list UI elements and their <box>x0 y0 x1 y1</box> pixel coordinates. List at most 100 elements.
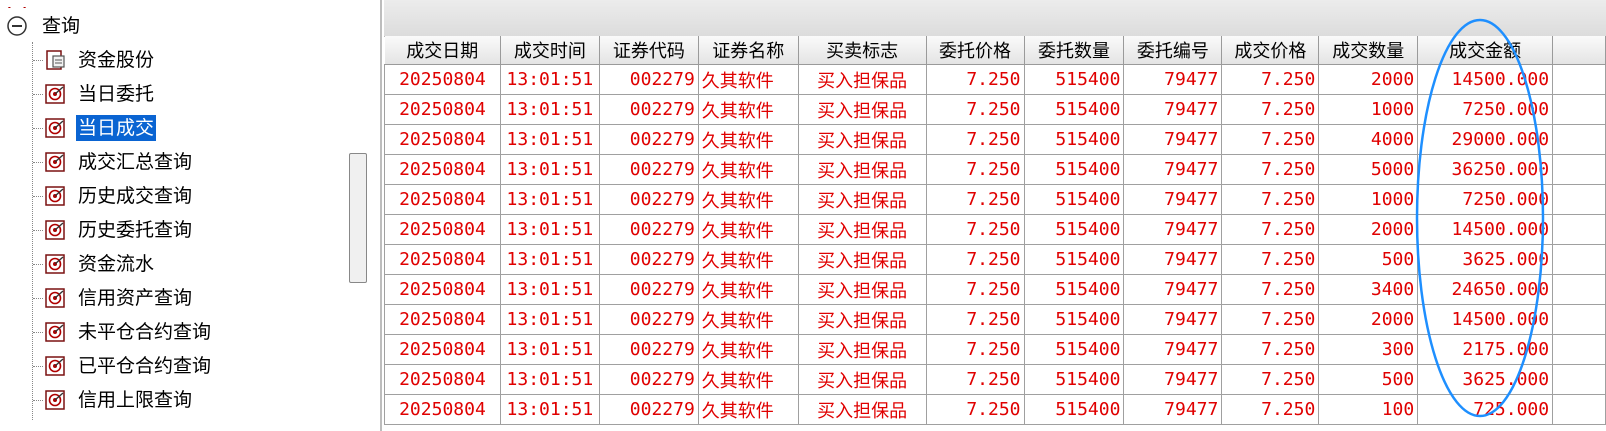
table-cell: 7.250 <box>1221 124 1320 155</box>
tree-item-label: 历史成交查询 <box>78 185 193 207</box>
document-icon <box>44 49 66 71</box>
table-cell: 7.250 <box>1221 394 1320 425</box>
table-cell-filler <box>1552 124 1606 155</box>
table-cell: 久其软件 <box>697 304 799 335</box>
column-header[interactable]: 委托编号 <box>1123 36 1223 65</box>
table-cell: 7.250 <box>1221 274 1320 305</box>
table-cell-filler <box>1552 394 1606 425</box>
tree-item[interactable]: 历史成交查询 <box>44 180 194 212</box>
tree-item[interactable]: 成交汇总查询 <box>44 146 194 178</box>
table-cell: 300 <box>1318 334 1419 365</box>
tree-item[interactable]: 当日委托 <box>44 78 156 110</box>
table-cell: 7.250 <box>1221 154 1320 185</box>
table-cell: 20250804 <box>384 394 501 425</box>
tree-branch-line <box>33 94 43 95</box>
table-cell: 515400 <box>1023 364 1125 395</box>
table-cell: 515400 <box>1023 394 1125 425</box>
tree-branch-line <box>33 400 43 401</box>
tree-item[interactable]: 信用上限查询 <box>44 384 194 416</box>
tree-item-label: 当日委托 <box>78 83 155 105</box>
table-cell: 7.250 <box>1221 334 1320 365</box>
table-cell: 515400 <box>1023 304 1125 335</box>
table-cell: 久其软件 <box>697 184 799 215</box>
table-cell: 久其软件 <box>697 94 799 125</box>
table-cell: 002279 <box>598 274 699 305</box>
column-header[interactable]: 委托数量 <box>1024 36 1125 65</box>
column-header[interactable]: 成交日期 <box>384 36 501 65</box>
table-cell: 515400 <box>1023 244 1125 275</box>
column-header[interactable]: 证券名称 <box>698 36 799 65</box>
tree-branch-line <box>33 128 43 129</box>
target-icon <box>44 253 66 275</box>
target-icon <box>44 389 66 411</box>
table-cell: 7.250 <box>1221 244 1320 275</box>
table-cell: 买入担保品 <box>797 214 927 245</box>
table-cell: 7.250 <box>925 184 1025 215</box>
table-cell: 买入担保品 <box>797 184 927 215</box>
table-cell: 515400 <box>1023 94 1125 125</box>
tree-item[interactable]: 资金股份 <box>44 44 156 76</box>
table-cell: 13:01:51 <box>499 334 600 365</box>
column-header[interactable]: 委托价格 <box>926 36 1025 65</box>
minus-circle-icon[interactable] <box>6 15 28 37</box>
table-cell: 515400 <box>1023 274 1125 305</box>
table-cell: 20250804 <box>384 304 501 335</box>
table-cell: 13:01:51 <box>499 154 600 185</box>
table-cell: 久其软件 <box>697 364 799 395</box>
tree-branch-line <box>33 298 43 299</box>
column-header[interactable]: 买卖标志 <box>798 36 927 65</box>
tree-item[interactable]: 当日成交 <box>44 112 157 144</box>
table-cell: 13:01:51 <box>499 304 600 335</box>
table-cell: 002279 <box>598 304 699 335</box>
table-cell: 79477 <box>1123 304 1223 335</box>
table-cell: 7.250 <box>1221 364 1320 395</box>
table-cell: 13:01:51 <box>499 64 600 95</box>
tree-item[interactable]: 资金流水 <box>44 248 156 280</box>
tree-scrollbar-thumb[interactable] <box>349 153 367 283</box>
table-cell: 515400 <box>1023 334 1125 365</box>
table-cell: 515400 <box>1023 214 1125 245</box>
tree-root-query[interactable]: 查询 <box>6 10 82 42</box>
table-cell: 久其软件 <box>697 64 799 95</box>
table-cell: 79477 <box>1123 124 1223 155</box>
table-cell: 002279 <box>598 94 699 125</box>
tree-item[interactable]: 已平仓合约查询 <box>44 350 213 382</box>
query-tree: 查询 资金股份当日委托当日成交 成交汇总查询历史成交查询历史委托查询 资金流水信用资… <box>0 0 345 431</box>
table-cell: 13:01:51 <box>499 394 600 425</box>
tree-item-label: 资金股份 <box>78 49 155 71</box>
table-cell: 13:01:51 <box>499 184 600 215</box>
table-cell: 20250804 <box>384 64 501 95</box>
clipped-tree-item <box>8 0 48 8</box>
table-cell: 79477 <box>1123 364 1223 395</box>
tree-item[interactable]: 历史委托查询 <box>44 214 194 246</box>
table-cell-filler <box>1552 334 1606 365</box>
tree-item-label: 信用资产查询 <box>78 287 193 309</box>
table-cell: 2000 <box>1318 304 1419 335</box>
column-header[interactable]: 证券代码 <box>599 36 699 65</box>
table-cell: 买入担保品 <box>797 304 927 335</box>
column-header[interactable]: 成交数量 <box>1318 36 1419 65</box>
table-cell: 13:01:51 <box>499 244 600 275</box>
column-header[interactable]: 成交价格 <box>1221 36 1320 65</box>
table-cell: 13:01:51 <box>499 274 600 305</box>
table-cell: 002279 <box>598 334 699 365</box>
column-header[interactable]: 成交时间 <box>500 36 600 65</box>
table-cell-filler <box>1552 154 1606 185</box>
table-cell: 002279 <box>598 364 699 395</box>
table-cell: 20250804 <box>384 364 501 395</box>
table-cell: 7.250 <box>925 124 1025 155</box>
tree-branch-line <box>33 60 43 61</box>
tree-item[interactable]: 信用资产查询 <box>44 282 194 314</box>
table-cell: 79477 <box>1123 64 1223 95</box>
table-cell: 久其软件 <box>697 334 799 365</box>
table-cell: 7.250 <box>925 274 1025 305</box>
panel-divider[interactable] <box>380 0 382 431</box>
tree-item[interactable]: 未平仓合约查询 <box>44 316 213 348</box>
table-cell: 7.250 <box>925 64 1025 95</box>
table-cell: 7.250 <box>925 304 1025 335</box>
table-cell: 买入担保品 <box>797 244 927 275</box>
table-cell: 买入担保品 <box>797 94 927 125</box>
table-cell: 79477 <box>1123 184 1223 215</box>
target-icon <box>44 185 66 207</box>
table-cell: 7.250 <box>925 154 1025 185</box>
